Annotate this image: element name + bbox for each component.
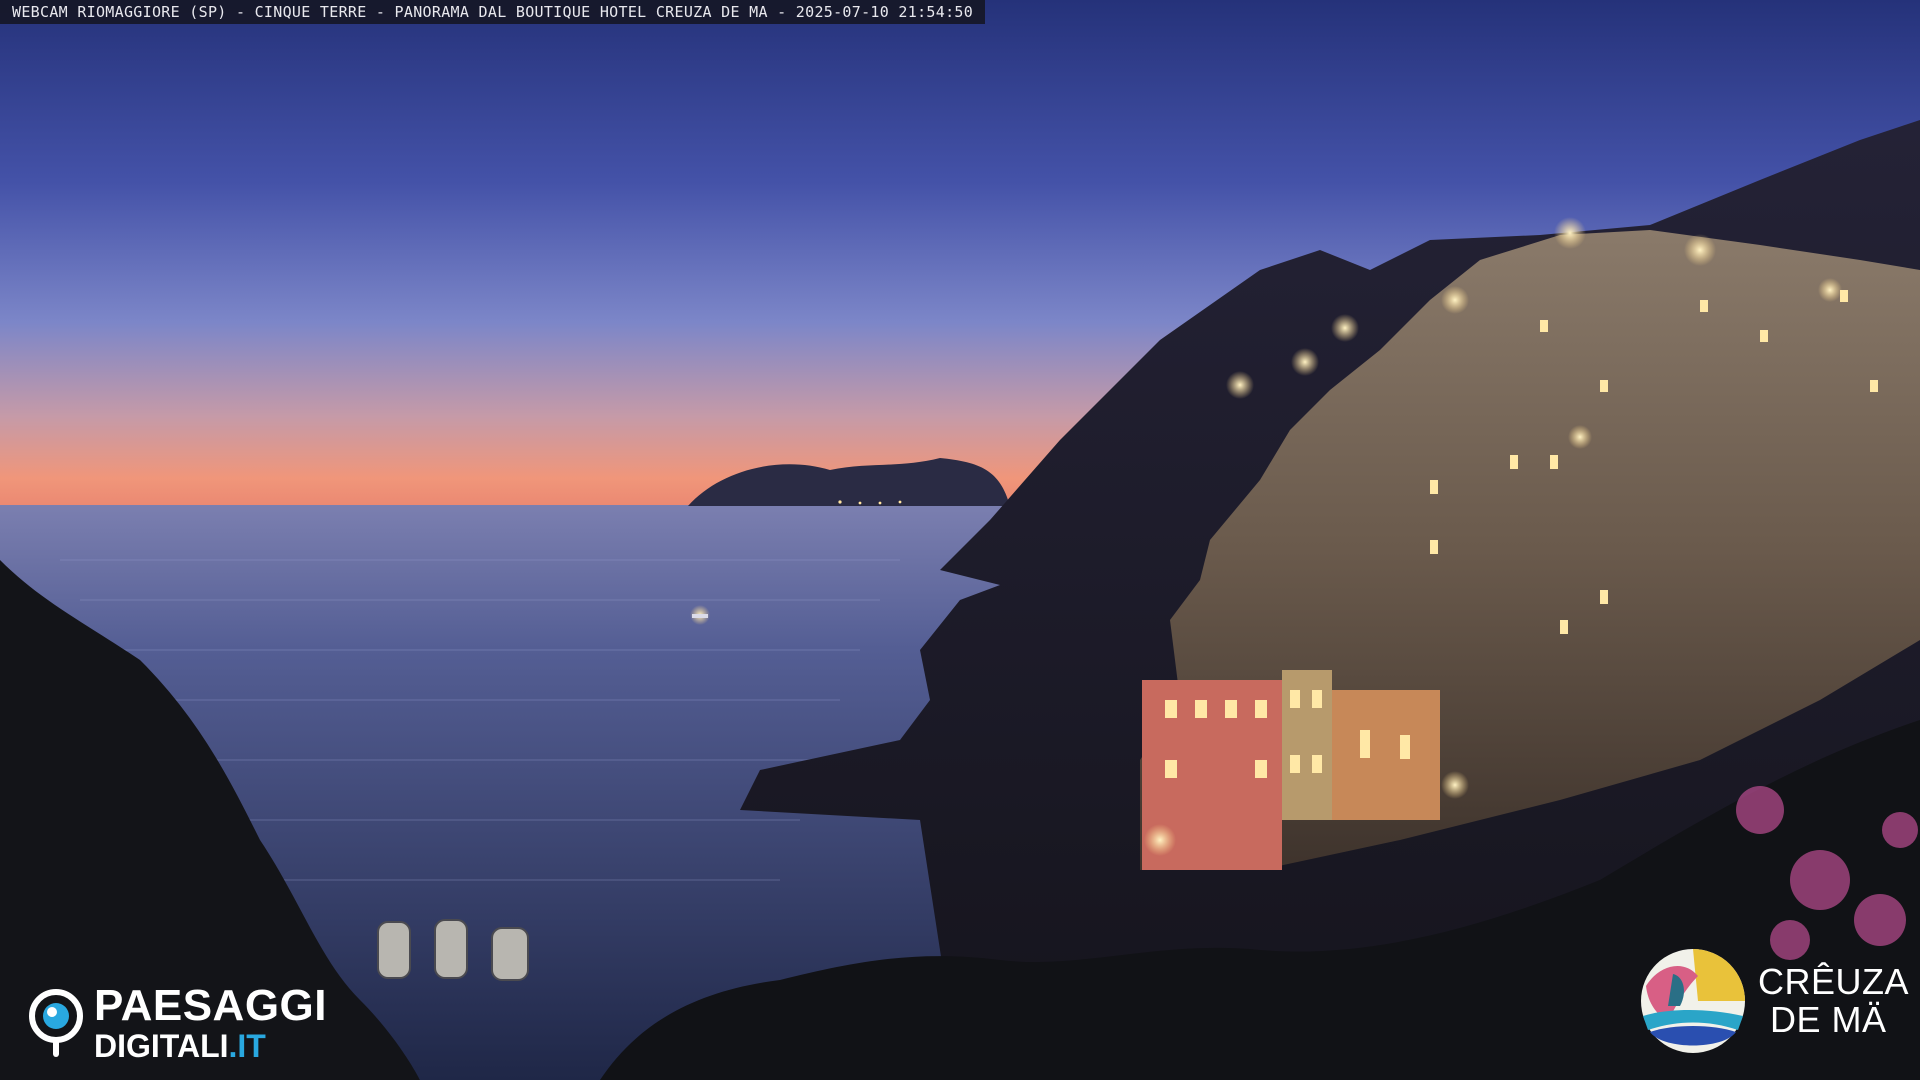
webcam-panorama bbox=[0, 0, 1920, 1080]
logo-left-line2-main: DIGITALI bbox=[94, 1028, 229, 1064]
yellow-building bbox=[1282, 670, 1332, 820]
paesaggi-digitali-logo: PAESAGGI DIGITALI.IT bbox=[26, 984, 327, 1062]
orange-building bbox=[1330, 690, 1440, 820]
webcam-caption: WEBCAM RIOMAGGIORE (SP) - CINQUE TERRE -… bbox=[12, 3, 974, 21]
webcam-pin-icon bbox=[29, 989, 83, 1057]
webcam-caption-bar: WEBCAM RIOMAGGIORE (SP) - CINQUE TERRE -… bbox=[0, 0, 986, 24]
logo-left-line1: PAESAGGI bbox=[94, 981, 328, 1030]
logo-left-line2: DIGITALI.IT bbox=[94, 1030, 327, 1062]
creuza-de-ma-emblem-icon bbox=[1641, 949, 1745, 1053]
creuza-de-ma-logo: CRÊUZA DE MÄ bbox=[1638, 946, 1909, 1056]
logo-left-line2-tld: .IT bbox=[228, 1028, 266, 1064]
harbor-boats bbox=[377, 919, 529, 981]
logo-right-line1: CRÊUZA bbox=[1758, 961, 1910, 1003]
logo-right-line2: DE MÄ bbox=[1770, 999, 1887, 1040]
boat-light bbox=[690, 605, 710, 625]
